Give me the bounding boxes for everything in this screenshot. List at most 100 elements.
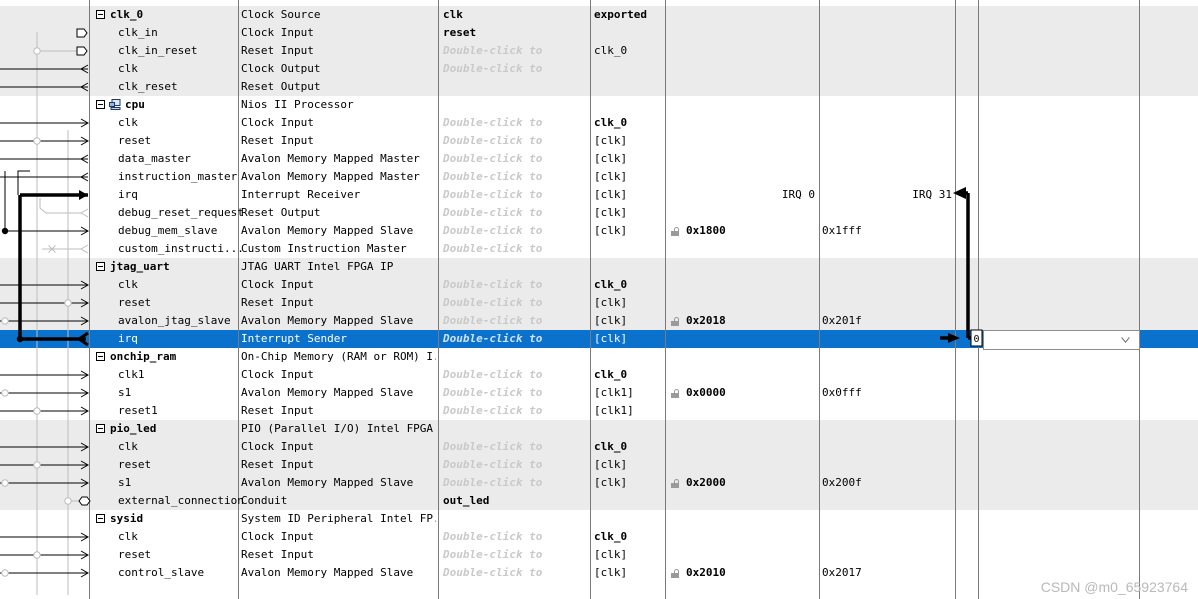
lock-icon[interactable] bbox=[671, 227, 680, 236]
table-row-port[interactable]: irq Interrupt Receiver Double-click to [clk… bbox=[0, 186, 1198, 204]
cell-description: Clock Input bbox=[241, 278, 314, 291]
cell-description: Avalon Memory Mapped Slave bbox=[241, 314, 414, 327]
expander-icon[interactable] bbox=[96, 514, 105, 523]
cpu-icon bbox=[109, 99, 121, 110]
cell-export: Double-click to bbox=[443, 170, 543, 183]
cell-description: Conduit bbox=[241, 494, 288, 507]
table-row-port[interactable]: s1 Avalon Memory Mapped Slave Double-click… bbox=[0, 474, 1198, 492]
table-row-port[interactable]: s1 Avalon Memory Mapped Slave Double-click… bbox=[0, 384, 1198, 402]
table-row-port[interactable]: clk Clock Input Double-click to clk_0 bbox=[0, 528, 1198, 546]
cell-name: clk_0 bbox=[110, 8, 144, 21]
cell-description: Reset Input bbox=[241, 458, 314, 471]
lock-icon[interactable] bbox=[671, 479, 680, 488]
cell-description: Avalon Memory Mapped Slave bbox=[241, 224, 414, 237]
chevron-down-icon[interactable] bbox=[1121, 337, 1130, 343]
table-row-port[interactable]: reset Reset Input Double-click to [clk] bbox=[0, 294, 1198, 312]
cell-description: Interrupt Receiver bbox=[241, 188, 361, 201]
cell-base: 0x1800 bbox=[686, 224, 726, 237]
table-row-port[interactable]: clk Clock Output Double-click to bbox=[0, 60, 1198, 78]
cell-description: Clock Input bbox=[241, 116, 314, 129]
cell-base: 0x2010 bbox=[686, 566, 726, 579]
cell-export: Double-click to bbox=[443, 530, 543, 543]
cell-description: Clock Input bbox=[241, 26, 314, 39]
table-row-port[interactable]: debug_reset_request Reset Output Double-cl… bbox=[0, 204, 1198, 222]
cell-clock: [clk] bbox=[594, 206, 628, 219]
table-row-port[interactable]: reset Reset Input Double-click to [clk] bbox=[0, 456, 1198, 474]
table-row-port[interactable]: clk1 Clock Input Double-click to clk_0 bbox=[0, 366, 1198, 384]
cell-description: Reset Input bbox=[241, 404, 314, 417]
table-row-port[interactable]: reset Reset Input Double-click to [clk] bbox=[0, 546, 1198, 564]
table-row-port[interactable]: debug_mem_slave Avalon Memory Mapped Slav… bbox=[0, 222, 1198, 240]
expander-icon[interactable] bbox=[96, 10, 105, 19]
table-row-port[interactable]: reset Reset Input Double-click to [clk] bbox=[0, 132, 1198, 150]
table-row-module[interactable]: onchip_ram On-Chip Memory (RAM or ROM) I.… bbox=[0, 348, 1198, 366]
table-row-port[interactable]: clk Clock Input Double-click to clk_0 bbox=[0, 114, 1198, 132]
expander-icon[interactable] bbox=[96, 352, 105, 361]
cell-description: Custom Instruction Master bbox=[241, 242, 407, 255]
table-row-port[interactable]: clk Clock Input Double-click to clk_0 bbox=[0, 438, 1198, 456]
expander-icon[interactable] bbox=[96, 424, 105, 433]
cell-irq-0: IRQ 0 bbox=[781, 188, 815, 201]
cell-export: Double-click to bbox=[443, 458, 543, 471]
cell-export: Double-click to bbox=[443, 476, 543, 489]
cell-clock: [clk] bbox=[594, 152, 628, 165]
cell-end: 0x1fff bbox=[822, 224, 862, 237]
cell-name: cpu bbox=[125, 98, 145, 111]
cell-name: clk_reset bbox=[118, 80, 178, 93]
table-row-module[interactable]: jtag_uart JTAG UART Intel FPGA IP bbox=[0, 258, 1198, 276]
cell-export: Double-click to bbox=[443, 386, 543, 399]
cell-name: clk bbox=[118, 440, 138, 453]
cell-export: Double-click to bbox=[443, 332, 543, 345]
table-row-port[interactable]: control_slave Avalon Memory Mapped Slave D… bbox=[0, 564, 1198, 582]
table-row-port[interactable]: custom_instructi... Custom Instruction Ma… bbox=[0, 240, 1198, 258]
table-row-port[interactable]: clk_in_reset Reset Input Double-click to cl… bbox=[0, 42, 1198, 60]
cell-description: On-Chip Memory (RAM or ROM) I... bbox=[241, 350, 436, 363]
table-row-port[interactable]: clk Clock Input Double-click to clk_0 bbox=[0, 276, 1198, 294]
table-row-port[interactable]: avalon_jtag_slave Avalon Memory Mapped Sl… bbox=[0, 312, 1198, 330]
cell-name: custom_instructi... bbox=[118, 242, 244, 255]
cell-export: Double-click to bbox=[443, 188, 543, 201]
expander-icon[interactable] bbox=[96, 262, 105, 271]
cell-name: s1 bbox=[118, 386, 132, 399]
table-row-port[interactable]: external_connection Conduit out_led bbox=[0, 492, 1198, 510]
cell-description: Reset Input bbox=[241, 296, 314, 309]
table-row-module[interactable]: clk_0 Clock Source clk exported bbox=[0, 6, 1198, 24]
cell-name: reset bbox=[118, 134, 152, 147]
cell-export: Double-click to bbox=[443, 62, 543, 75]
cell-name: clk1 bbox=[118, 368, 145, 381]
cell-name: avalon_jtag_slave bbox=[118, 314, 231, 327]
table-row-module[interactable]: sysid System ID Peripheral Intel FP... bbox=[0, 510, 1198, 528]
cell-clock: [clk] bbox=[594, 314, 628, 327]
cell-export: reset bbox=[443, 26, 477, 39]
cell-export: Double-click to bbox=[443, 116, 543, 129]
table-row-port[interactable]: instruction_master Avalon Memory Mapped M… bbox=[0, 168, 1198, 186]
cell-clock: [clk] bbox=[594, 476, 628, 489]
table-row-port[interactable]: clk_in Clock Input reset bbox=[0, 24, 1198, 42]
cell-description: Nios II Processor bbox=[241, 98, 354, 111]
cell-name: irq bbox=[118, 188, 138, 201]
cell-export: Double-click to bbox=[443, 278, 543, 291]
irq-number-dropdown[interactable] bbox=[983, 330, 1140, 350]
cell-description: Clock Input bbox=[241, 530, 314, 543]
cell-name: pio_led bbox=[110, 422, 157, 435]
lock-icon[interactable] bbox=[671, 317, 680, 326]
cell-export: Double-click to bbox=[443, 242, 543, 255]
system-contents-table[interactable]: clk_0 Clock Source clk exported clk_in Clock … bbox=[0, 0, 1198, 599]
cell-irq-31: IRQ 31 bbox=[912, 188, 952, 201]
expander-icon[interactable] bbox=[96, 100, 105, 109]
cell-export: out_led bbox=[443, 494, 490, 507]
cell-clock: [clk] bbox=[594, 566, 628, 579]
cell-name: debug_reset_request bbox=[118, 206, 244, 219]
cell-export: clk bbox=[443, 8, 463, 21]
table-row-module[interactable]: cpu Nios II Processor bbox=[0, 96, 1198, 114]
cell-name: reset1 bbox=[118, 404, 158, 417]
table-row-port[interactable]: clk_reset Reset Output bbox=[0, 78, 1198, 96]
lock-icon[interactable] bbox=[671, 569, 680, 578]
cell-end: 0x200f bbox=[822, 476, 862, 489]
table-row-module[interactable]: pio_led PIO (Parallel I/O) Intel FPGA IP bbox=[0, 420, 1198, 438]
table-row-port[interactable]: data_master Avalon Memory Mapped Master Do… bbox=[0, 150, 1198, 168]
lock-icon[interactable] bbox=[671, 389, 680, 398]
table-row-port[interactable]: reset1 Reset Input Double-click to [clk1] bbox=[0, 402, 1198, 420]
cell-base: 0x2018 bbox=[686, 314, 726, 327]
cell-description: Clock Input bbox=[241, 368, 314, 381]
